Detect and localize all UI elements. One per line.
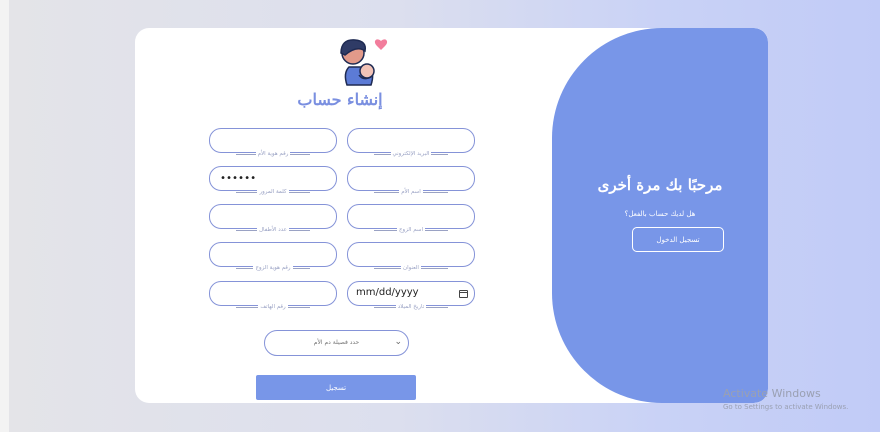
password-label: كلمة المرور xyxy=(236,188,310,196)
phone-input[interactable] xyxy=(218,287,310,300)
activate-windows-watermark: Activate Windows Go to Settings to activ… xyxy=(723,387,848,411)
phone-field[interactable]: رقم الهاتف xyxy=(209,281,337,310)
mother-id-label: رقم هوية الأم xyxy=(236,150,310,158)
calendar-icon[interactable] xyxy=(459,290,468,298)
mother-id-input[interactable] xyxy=(218,134,310,147)
chevron-down-icon[interactable]: ⌄ xyxy=(394,337,402,347)
mother-id-field[interactable]: رقم هوية الأم xyxy=(209,128,337,157)
address-field[interactable]: العنوان xyxy=(347,242,475,271)
husband-id-field[interactable]: رقم هوية الزوج xyxy=(209,242,337,271)
blood-type-select[interactable]: حدد فصيلة دم الأم ⌄ xyxy=(264,330,409,356)
phone-label: رقم الهاتف xyxy=(236,303,310,311)
mother-name-input[interactable] xyxy=(356,172,448,185)
husband-name-label: اسم الزوج xyxy=(374,226,448,234)
mother-name-label: اسم الأم xyxy=(374,188,448,196)
have-account-text: هل لديك حساب بالفعل؟ xyxy=(624,210,696,218)
email-input[interactable] xyxy=(356,134,448,147)
email-field[interactable]: البريد الإلكتروني xyxy=(347,128,475,157)
welcome-heading: مرحبًا بك مرة أخرى xyxy=(597,176,723,194)
signup-card: إنشاء حساب البريد الإلكتروني رقم هوية ال… xyxy=(135,28,768,403)
mother-baby-illustration-icon xyxy=(340,39,388,86)
birth-date-value[interactable]: mm/dd/yyyy xyxy=(356,287,419,298)
address-input[interactable] xyxy=(356,248,448,261)
login-button[interactable]: تسجيل الدخول xyxy=(632,227,724,252)
email-label: البريد الإلكتروني xyxy=(374,150,448,158)
watermark-title: Activate Windows xyxy=(723,387,821,400)
birth-date-field[interactable]: mm/dd/yyyy تاريخ الميلاد xyxy=(347,281,475,310)
husband-name-input[interactable] xyxy=(356,210,448,223)
children-count-input[interactable] xyxy=(218,210,310,223)
watermark-subtitle: Go to Settings to activate Windows. xyxy=(723,403,849,411)
blood-type-selected: حدد فصيلة دم الأم xyxy=(313,339,360,346)
welcome-panel: مرحبًا بك مرة أخرى هل لديك حساب بالفعل؟ … xyxy=(552,28,768,403)
husband-id-label: رقم هوية الزوج xyxy=(236,264,310,272)
husband-name-field[interactable]: اسم الزوج xyxy=(347,204,475,233)
password-input[interactable] xyxy=(218,172,310,185)
husband-id-input[interactable] xyxy=(218,248,310,261)
password-field[interactable]: كلمة المرور xyxy=(209,166,337,195)
mother-name-field[interactable]: اسم الأم xyxy=(347,166,475,195)
birth-date-label: تاريخ الميلاد xyxy=(374,303,448,311)
form-title: إنشاء حساب xyxy=(297,90,383,109)
children-count-field[interactable]: عدد الأطفال xyxy=(209,204,337,233)
submit-button[interactable]: تسجيل xyxy=(256,375,416,400)
children-count-label: عدد الأطفال xyxy=(236,226,310,234)
address-label: العنوان xyxy=(374,264,448,272)
window-edge xyxy=(0,0,9,432)
